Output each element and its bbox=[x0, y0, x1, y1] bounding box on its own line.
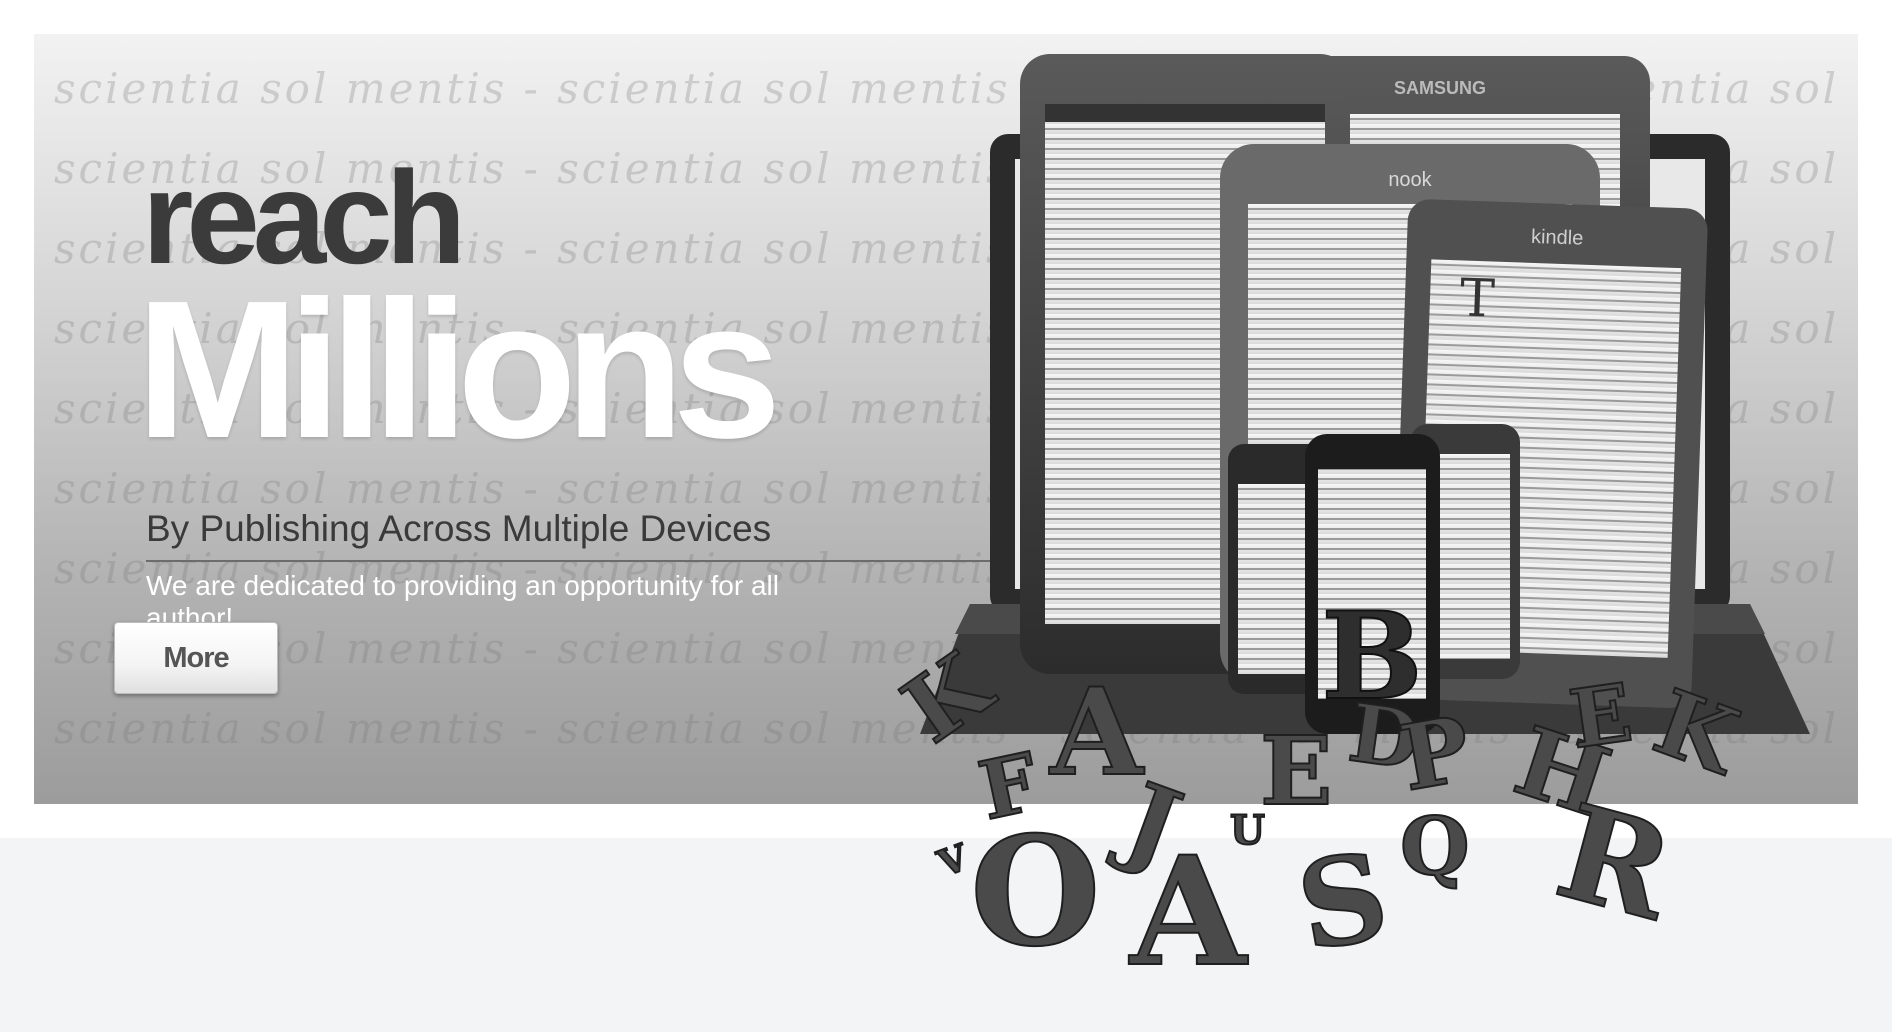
samsung-brand: SAMSUNG bbox=[1394, 78, 1486, 98]
more-button[interactable]: More bbox=[114, 622, 278, 694]
headline-millions: Millions bbox=[136, 260, 782, 479]
hero-subtitle: By Publishing Across Multiple Devices bbox=[146, 508, 772, 549]
devices-illustration: SAMSUNG nook kindle T B K A F E D P H E … bbox=[883, 54, 1810, 1001]
letter: E bbox=[1564, 665, 1637, 767]
letter: A bbox=[1049, 662, 1145, 803]
divider bbox=[146, 560, 1004, 562]
letter: O bbox=[970, 804, 1101, 980]
letter: S bbox=[1288, 825, 1398, 979]
nook-brand: nook bbox=[1388, 169, 1432, 191]
letter: Q bbox=[1400, 799, 1470, 893]
letter: E bbox=[1260, 716, 1332, 827]
svg-text:T: T bbox=[1459, 268, 1496, 329]
kindle-brand: kindle bbox=[1531, 226, 1584, 250]
letter: V bbox=[932, 836, 975, 886]
letter: A bbox=[1128, 824, 1249, 1000]
